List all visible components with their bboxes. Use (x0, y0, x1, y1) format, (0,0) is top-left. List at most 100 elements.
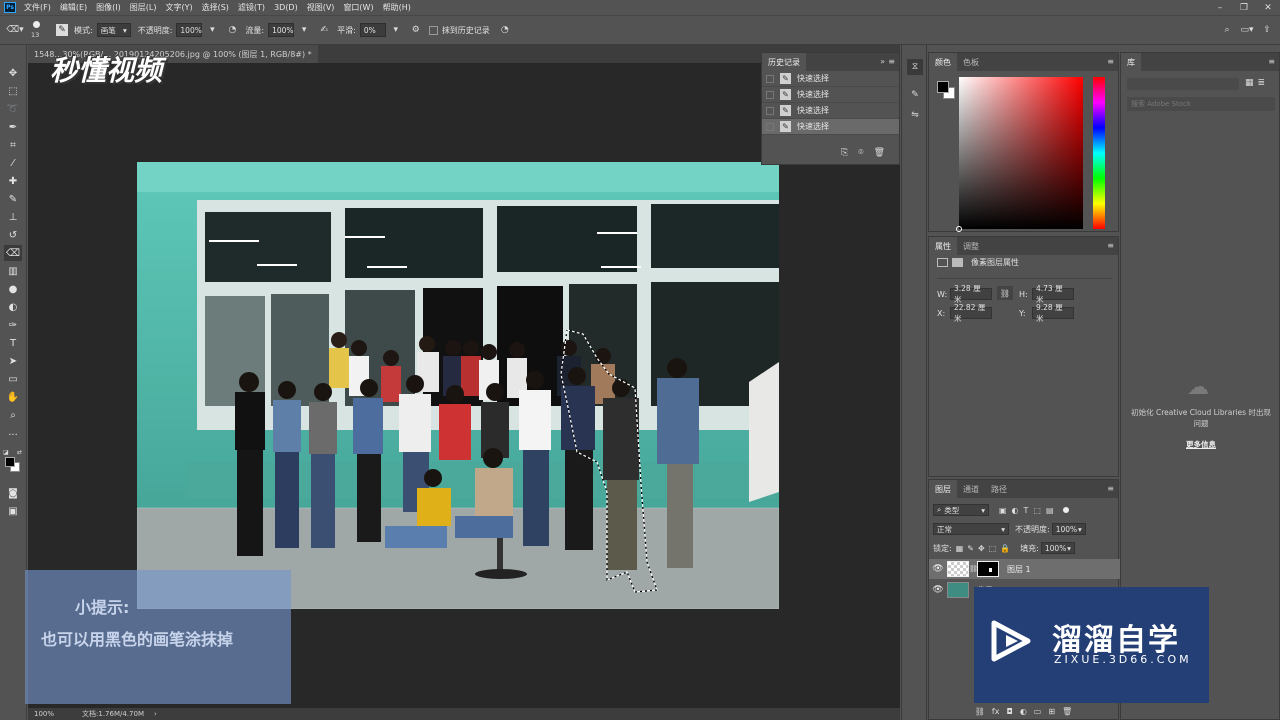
stock-search-input[interactable]: 搜索 Adobe Stock (1127, 97, 1275, 111)
new-layer-icon[interactable]: ⊞ (1048, 707, 1055, 716)
history-item[interactable]: ✎ 快速选择 (762, 71, 899, 87)
menu-filter[interactable]: 滤镜(T) (238, 2, 265, 13)
gradient-tool-icon[interactable]: ▥ (4, 263, 22, 279)
brush-tool-icon[interactable]: ✎ (4, 191, 22, 207)
panel-menu-icon[interactable]: ≡ (1107, 484, 1114, 493)
menu-type[interactable]: 文字(Y) (165, 2, 192, 13)
blend-mode-select[interactable]: 正常 ▾ (933, 523, 1009, 535)
brush-settings-icon[interactable]: ✎ (56, 24, 68, 36)
eraser-tool-icon[interactable]: ⌫ (4, 245, 22, 261)
marquee-tool-icon[interactable]: ⬚ (4, 83, 22, 99)
zoom-level[interactable]: 100% (34, 710, 54, 718)
path-selection-tool-icon[interactable]: ➤ (4, 353, 22, 369)
pressure-opacity-icon[interactable]: ◔ (225, 23, 239, 37)
link-icon[interactable]: ⛓ (969, 565, 978, 573)
color-swatches[interactable]: ◪ ⇄ (3, 449, 25, 473)
view-toggle-icons[interactable]: ▦≣ (1245, 78, 1269, 88)
default-colors-icon[interactable]: ◪ (3, 449, 9, 456)
tab-layers[interactable]: 图层 (929, 480, 957, 498)
link-icon[interactable]: ⛓ (997, 286, 1013, 300)
tab-adjustments[interactable]: 调整 (957, 237, 985, 255)
pressure-size-icon[interactable]: ◔ (498, 23, 512, 37)
menu-file[interactable]: 文件(F) (24, 2, 51, 13)
brush-size-picker[interactable]: 13 (28, 19, 50, 41)
panel-menu-icon[interactable]: ≡ (1107, 57, 1114, 66)
tab-channels[interactable]: 通道 (957, 480, 985, 498)
x-field[interactable]: 22.82 厘米 (950, 303, 992, 323)
blur-tool-icon[interactable]: ● (4, 281, 22, 297)
layer-row-selected[interactable]: 👁 ⛓ 图层 1 (929, 559, 1120, 579)
foreground-color-chip[interactable] (937, 81, 949, 93)
foreground-color-swatch[interactable] (5, 457, 15, 467)
tab-color[interactable]: 颜色 (929, 53, 957, 71)
layer-opacity-field[interactable]: 100% ▾ (1051, 523, 1086, 535)
tab-properties[interactable]: 属性 (929, 237, 957, 255)
fx-icon[interactable]: fx (992, 707, 1000, 716)
color-chips[interactable] (937, 81, 957, 101)
more-tools-icon[interactable]: ··· (4, 427, 22, 443)
tab-history[interactable]: 历史记录 (762, 53, 806, 71)
layer-mask-thumbnail[interactable] (977, 561, 999, 577)
history-item-selected[interactable]: ✎ 快速选择 (762, 119, 899, 135)
camera-icon[interactable]: ⌾ (858, 148, 863, 158)
library-select[interactable] (1127, 78, 1239, 90)
close-icon[interactable]: ✕ (1256, 0, 1280, 15)
trash-icon[interactable]: 🗑 (1062, 707, 1072, 716)
tab-swatches[interactable]: 色板 (957, 53, 985, 71)
adjustments-panel-icon[interactable]: ⇋ (907, 107, 923, 123)
minimize-icon[interactable]: – (1208, 0, 1232, 15)
document-image[interactable] (137, 162, 779, 609)
eye-icon[interactable]: 👁 (929, 585, 947, 595)
healing-brush-tool-icon[interactable]: ✚ (4, 173, 22, 189)
trash-icon[interactable]: 🗑 (874, 148, 885, 158)
fill-field[interactable]: 100% ▾ (1040, 542, 1075, 554)
chevron-down-icon[interactable]: ▾ (297, 23, 311, 37)
new-document-from-state-icon[interactable]: ⎘ (841, 148, 848, 158)
swap-colors-icon[interactable]: ⇄ (17, 449, 22, 456)
layer-kind-filter[interactable]: ⌕ 类型 ▾ (933, 504, 989, 516)
erase-history-checkbox[interactable] (428, 25, 438, 35)
dodge-tool-icon[interactable]: ◐ (4, 299, 22, 315)
history-panel-icon[interactable]: ⧖ (907, 59, 923, 75)
menu-select[interactable]: 选择(S) (202, 2, 229, 13)
type-tool-icon[interactable]: T (4, 335, 22, 351)
chevron-down-icon[interactable]: ▾ (205, 23, 219, 37)
smoothing-field[interactable]: 0% (359, 23, 386, 37)
history-brush-tool-icon[interactable]: ↺ (4, 227, 22, 243)
menu-edit[interactable]: 编辑(E) (60, 2, 87, 13)
pen-tool-icon[interactable]: ✑ (4, 317, 22, 333)
eyedropper-tool-icon[interactable]: ⁄ (4, 155, 22, 171)
width-field[interactable]: 3.28 厘米 (950, 284, 992, 304)
gear-icon[interactable]: ⚙ (409, 23, 423, 37)
search-icon[interactable]: ⌕ (1220, 23, 1234, 37)
quick-selection-tool-icon[interactable]: ✒ (4, 119, 22, 135)
lasso-tool-icon[interactable]: ➰ (4, 101, 22, 117)
quick-mask-icon[interactable]: ◙ (4, 485, 22, 501)
brush-panel-icon[interactable]: ✎ (907, 87, 923, 103)
height-field[interactable]: 4.73 厘米 (1032, 284, 1074, 304)
opacity-field[interactable]: 100% (176, 23, 203, 37)
crop-tool-icon[interactable]: ⌗ (4, 137, 22, 153)
chevron-down-icon[interactable]: ▾ (389, 23, 403, 37)
add-mask-icon[interactable]: ◘ (1006, 707, 1012, 716)
history-snapshot-checkbox[interactable] (766, 106, 774, 115)
menu-image[interactable]: 图像(I) (96, 2, 121, 13)
more-info-link[interactable]: 更多信息 (1131, 439, 1271, 450)
workspace-icon[interactable]: ▭▾ (1240, 23, 1254, 37)
menu-3d[interactable]: 3D(D) (274, 3, 298, 12)
chevron-right-icon[interactable]: › (154, 710, 157, 718)
menu-window[interactable]: 窗口(W) (343, 2, 373, 13)
layer-name[interactable]: 图层 1 (1007, 564, 1031, 575)
history-item[interactable]: ✎ 快速选择 (762, 103, 899, 119)
link-layers-icon[interactable]: ⛓ (975, 707, 985, 716)
eraser-tool-preset-icon[interactable]: ⌫▾ (6, 23, 23, 37)
history-snapshot-checkbox[interactable] (766, 122, 774, 131)
history-snapshot-checkbox[interactable] (766, 90, 774, 99)
zoom-tool-icon[interactable]: ⌕ (4, 407, 22, 423)
hand-tool-icon[interactable]: ✋ (4, 389, 22, 405)
folder-icon[interactable]: ▭ (1034, 707, 1042, 716)
tab-paths[interactable]: 路径 (985, 480, 1013, 498)
y-field[interactable]: 9.28 厘米 (1032, 303, 1074, 323)
lock-icons[interactable]: ▦✎✥⬚🔒 (956, 544, 1014, 553)
mode-select[interactable]: 画笔 ▾ (96, 23, 131, 37)
